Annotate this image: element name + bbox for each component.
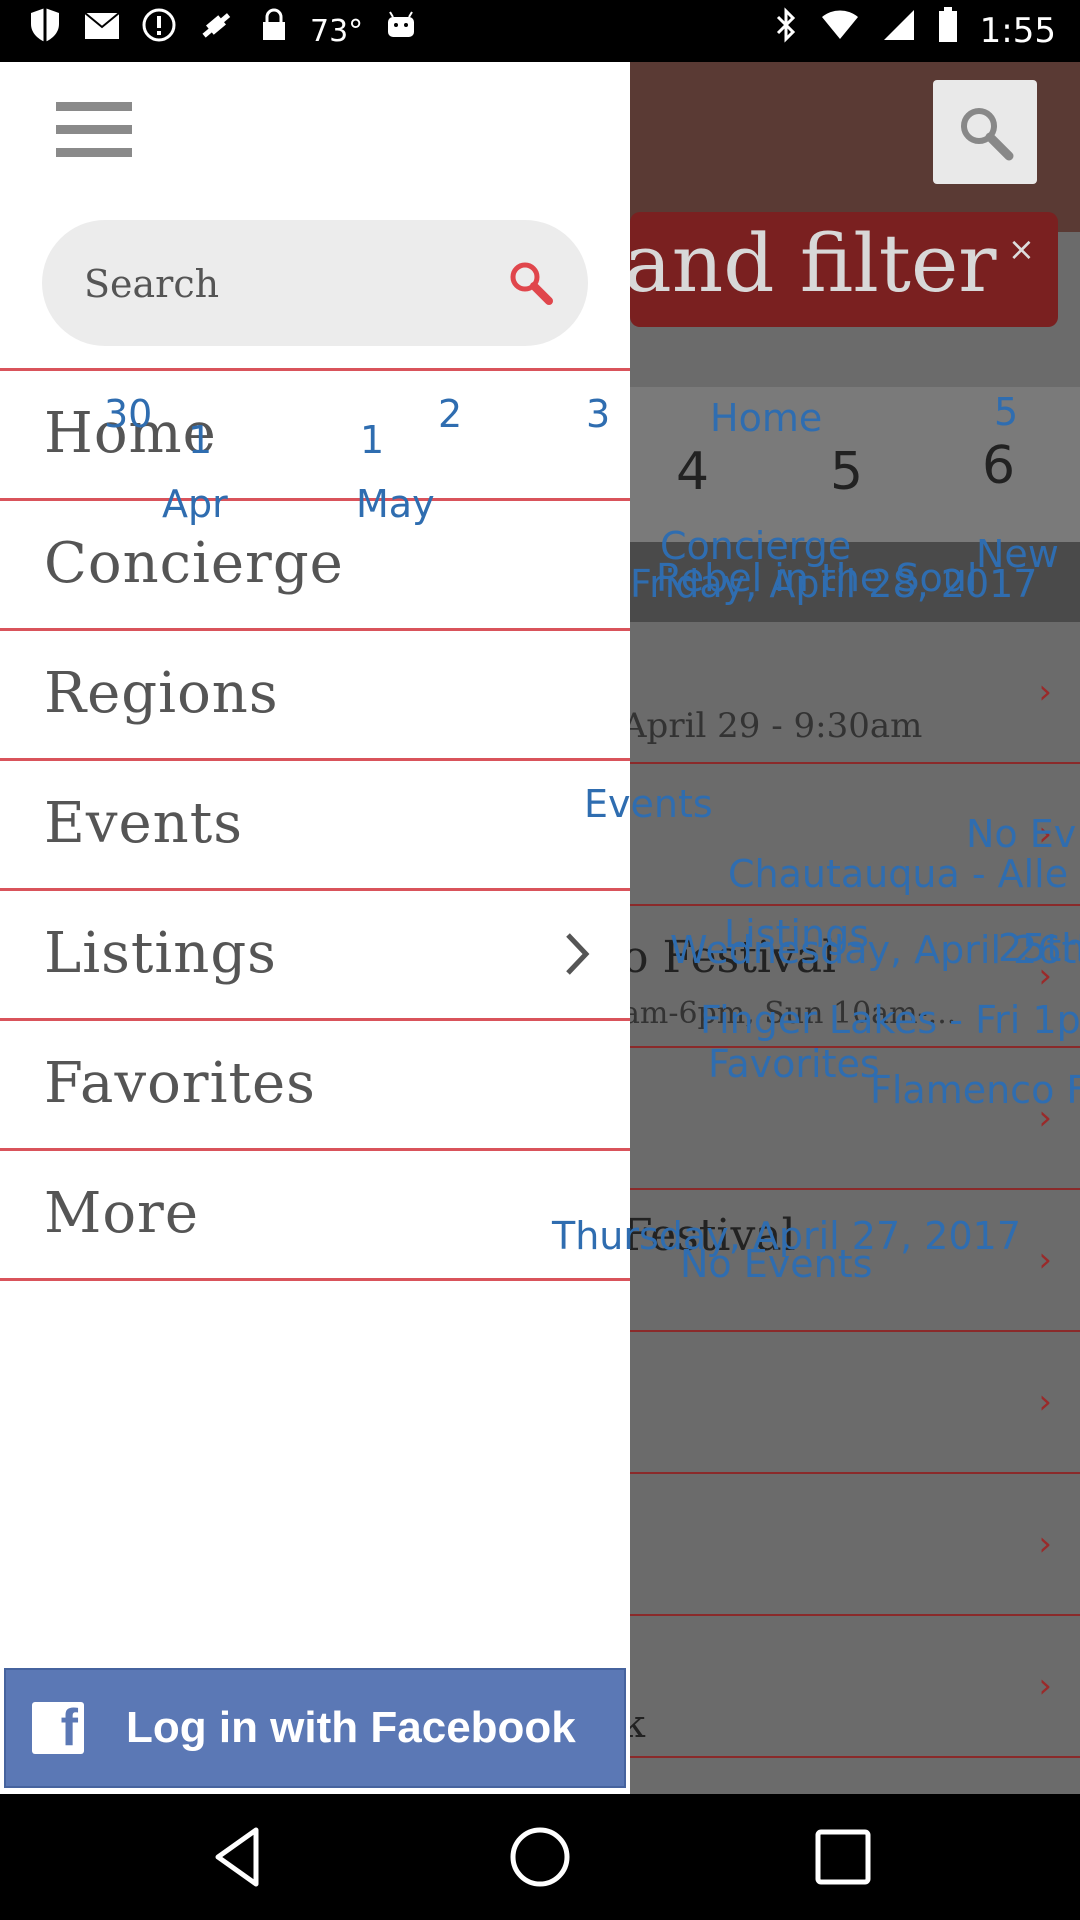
menu-icon[interactable] — [56, 102, 132, 158]
facebook-login-label: Log in with Facebook — [126, 1703, 576, 1752]
overlay-label: 2 — [438, 392, 463, 436]
chevron-right-icon: › — [1038, 1666, 1052, 1706]
search-box — [42, 220, 588, 346]
facebook-login-button[interactable]: f Log in with Facebook — [4, 1668, 626, 1788]
search-icon — [961, 108, 1014, 161]
filter-tooltip-close: × — [1008, 230, 1035, 268]
lock-icon — [260, 8, 288, 54]
menu-item-regions[interactable]: Regions — [0, 631, 630, 761]
menu-item-listings[interactable]: Listings — [0, 891, 630, 1021]
overlay-label: Favorites — [708, 1042, 880, 1086]
bluetooth-icon — [774, 7, 798, 55]
overlay-label: 30 — [104, 392, 153, 436]
menu-item-label: More — [44, 1181, 199, 1246]
status-left-icons: 73° — [28, 7, 417, 55]
android-icon — [385, 9, 417, 53]
overlay-label: No Ev — [966, 812, 1077, 856]
overlay-label: 5 — [994, 390, 1019, 434]
menu-item-home[interactable]: Home — [0, 368, 630, 501]
chevron-right-icon: › — [1038, 1382, 1052, 1422]
background-event-row: › — [630, 1474, 1080, 1616]
mail-icon — [84, 10, 120, 52]
clock-time: 1:55 — [979, 11, 1056, 51]
calendar-day: 6 — [982, 436, 1016, 496]
drawer-menu: Home Concierge Regions Events Listings F… — [0, 368, 630, 1281]
home-icon[interactable] — [507, 1824, 573, 1890]
background-event-row: › — [630, 1616, 1080, 1758]
menu-item-favorites[interactable]: Favorites — [0, 1021, 630, 1151]
overlay-label: Chautauqua - Alle — [728, 852, 1069, 896]
battery-icon — [938, 7, 958, 55]
menu-item-more[interactable]: More — [0, 1151, 630, 1281]
calendar-day: 4 — [676, 442, 710, 502]
status-right-icons: 1:55 — [774, 7, 1056, 55]
overlay-label: 1 — [188, 418, 213, 462]
menu-item-label: Favorites — [44, 1051, 316, 1116]
chevron-right-icon: › — [1038, 1240, 1052, 1280]
signal-icon — [882, 8, 916, 54]
chevron-right-icon: › — [1038, 672, 1052, 712]
overlay-label: Apr — [162, 482, 228, 526]
overlay-label: 1 — [360, 418, 385, 462]
menu-item-label: Concierge — [44, 531, 344, 596]
overlay-label: Finger Lakes - Fri 1p — [700, 998, 1080, 1042]
status-bar: 73° 1:55 — [0, 0, 1080, 62]
menu-item-concierge[interactable]: Concierge — [0, 501, 630, 631]
overlay-label: Home — [710, 396, 823, 440]
menu-item-label: Listings — [44, 921, 277, 986]
shield-icon — [28, 6, 62, 56]
chevron-right-icon — [566, 933, 590, 975]
alert-icon — [142, 8, 176, 54]
facebook-icon: f — [32, 1702, 84, 1754]
chevron-right-icon: › — [1038, 1524, 1052, 1564]
overlay-label: May — [356, 482, 435, 526]
background-search-button — [933, 80, 1037, 184]
wifi-icon — [820, 9, 860, 53]
filter-tooltip-text: and filter — [624, 217, 997, 310]
overlay-label: Flamenco F — [870, 1068, 1080, 1112]
menu-item-events[interactable]: Events — [0, 761, 630, 891]
overlay-label: No Events — [680, 1242, 873, 1286]
temperature-text: 73° — [310, 13, 364, 49]
fake-gps-icon — [198, 7, 238, 55]
menu-item-label: Regions — [44, 661, 279, 726]
background-event-text: April 29 - 9:30am — [622, 706, 923, 746]
calendar-day: 5 — [830, 442, 864, 502]
overlay-label: 25th — [998, 926, 1080, 970]
system-navigation-bar — [0, 1794, 1080, 1920]
back-icon[interactable] — [206, 1824, 272, 1890]
overlay-label: Friday, April 28, 2017 — [630, 562, 1038, 606]
overlay-label: 3 — [586, 392, 611, 436]
search-input[interactable] — [82, 254, 466, 314]
menu-item-label: Events — [44, 791, 243, 856]
overlay-label: Events — [584, 782, 713, 826]
search-icon[interactable] — [506, 258, 554, 306]
navigation-drawer: Home Concierge Regions Events Listings F… — [0, 62, 630, 1794]
recent-apps-icon[interactable] — [810, 1824, 876, 1890]
background-event-row: › — [630, 1332, 1080, 1474]
